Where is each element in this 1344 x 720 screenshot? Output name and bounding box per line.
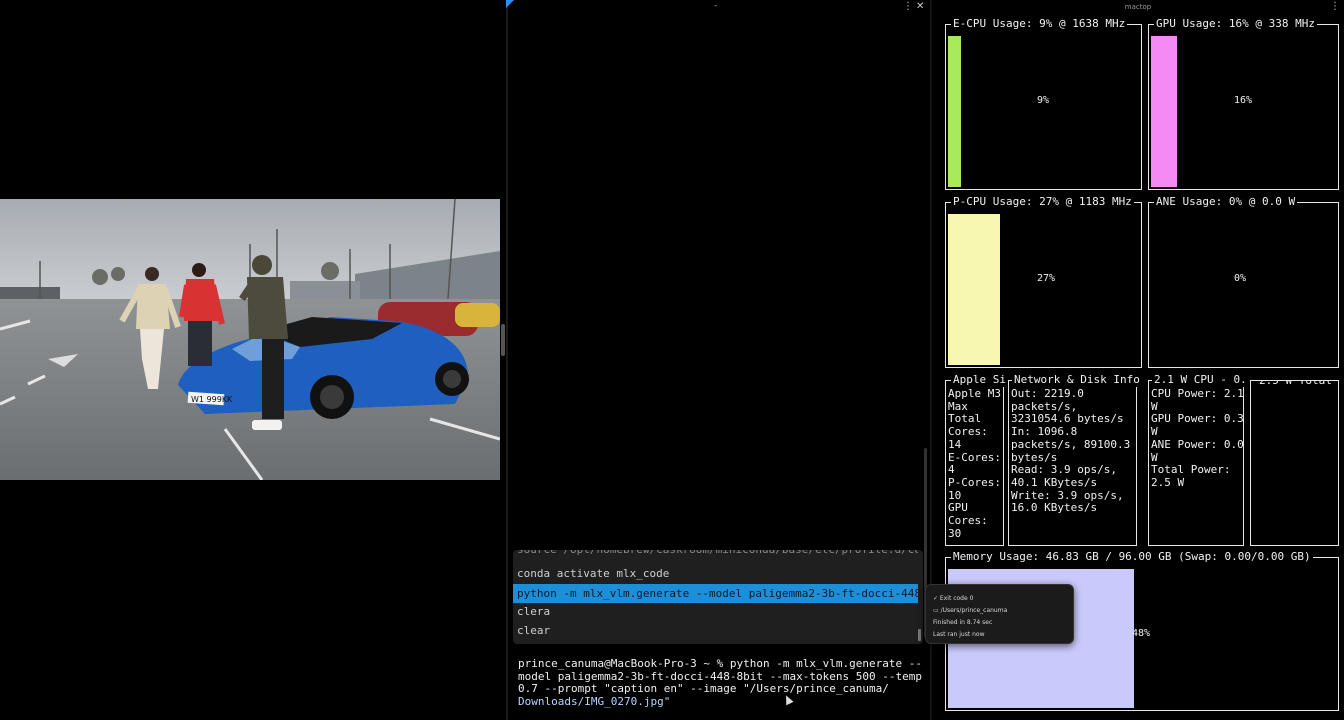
power-box: 2.1 W CPU - 0. CPU Power: 2.1 W GPU Powe…	[1148, 373, 1249, 546]
duration-label: Finished in 8.74 sec	[933, 619, 993, 626]
gauge-percent: 0%	[1234, 273, 1247, 284]
gauge-title: GPU Usage: 16% @ 338 MHz	[1154, 17, 1317, 31]
gauge-title: E-CPU Usage: 9% @ 1638 MHz	[951, 17, 1128, 31]
preview-image: W1 999KK	[0, 199, 500, 480]
command-status-tooltip: ✓ Exit code 0 ▭ /Users/prince_canuma Fin…	[925, 584, 1074, 644]
history-item[interactable]: source /opt/homebrew/Caskroom/miniconda/…	[513, 550, 918, 559]
close-pane-icon[interactable]: ✕	[916, 1, 924, 12]
box-title: 2.1 W CPU - 0.	[1152, 373, 1249, 387]
system-info-text: Apple M3 Max Total Cores: 14 E-Cores: 4 …	[948, 387, 1001, 540]
pcpu-gauge: P-CPU Usage: 27% @ 1183 MHz 27%	[945, 195, 1142, 368]
more-options-icon[interactable]: ⋮	[1330, 1, 1340, 12]
ecpu-gauge: E-CPU Usage: 9% @ 1638 MHz 9%	[945, 17, 1142, 190]
history-scrollbar[interactable]	[918, 629, 921, 641]
gauge-percent: 9%	[1037, 95, 1050, 106]
command-prompt[interactable]: prince_canuma@MacBook-Pro-3 ~ % python -…	[518, 657, 922, 708]
prompt-line: 0.7 --prompt "caption en" --image "/User…	[518, 682, 889, 696]
gpu-gauge: GPU Usage: 16% @ 338 MHz 16%	[1148, 17, 1339, 190]
gauge-title: ANE Usage: 0% @ 0.0 W	[1154, 195, 1298, 209]
gauge-percent: 48%	[1132, 628, 1151, 639]
gauge-percent: 27%	[1037, 273, 1056, 284]
active-pane-indicator	[506, 0, 514, 8]
network-disk-box: Network & Disk Info Out: 2219.0 packets/…	[1008, 373, 1142, 546]
pane-title-dash: -	[714, 1, 718, 11]
history-item-selected[interactable]: python -m mlx_vlm.generate --model palig…	[513, 584, 918, 603]
command-history-list: source /opt/homebrew/Caskroom/miniconda/…	[513, 550, 923, 644]
power-text: CPU Power: 2.1 W GPU Power: 0.3 W ANE Po…	[1151, 387, 1244, 489]
prompt-line: Downloads/IMG_0270.jpg"	[518, 694, 671, 708]
gauge-bar	[948, 214, 1000, 365]
network-disk-text: Out: 2219.0 packets/s, 3231054.6 bytes/s…	[1011, 387, 1131, 515]
box-title: Apple Si	[951, 373, 1008, 387]
last-ran-label: Last ran just now	[933, 631, 985, 638]
history-item[interactable]: conda activate mlx_code	[513, 564, 918, 583]
pane-title: mactop	[1124, 3, 1152, 11]
box-title: 2.5 W Total P	[1257, 381, 1338, 388]
working-directory-label: ▭ /Users/prince_canuma	[933, 607, 1008, 614]
history-item[interactable]: clear	[513, 621, 918, 640]
license-plate: W1 999KK	[191, 395, 233, 404]
gauge-bar	[1151, 36, 1177, 187]
box-title: Network & Disk Info	[1012, 373, 1142, 387]
gauge-percent: 16%	[1234, 95, 1253, 106]
split-resize-handle[interactable]	[501, 324, 505, 356]
prompt-line: prince_canuma@MacBook-Pro-3 ~ % python -…	[518, 657, 922, 670]
gauge-bar	[948, 36, 961, 187]
more-options-icon[interactable]: ⋮	[903, 1, 913, 12]
exit-code-label: ✓ Exit code 0	[933, 595, 974, 602]
system-info-box: Apple Si Apple M3 Max Total Cores: 14 E-…	[945, 373, 1008, 546]
ane-gauge: ANE Usage: 0% @ 0.0 W 0%	[1148, 195, 1339, 368]
total-power-box: 2.5 W Total P	[1250, 380, 1339, 546]
pane-divider[interactable]	[506, 0, 508, 720]
gauge-title: Memory Usage: 46.83 GB / 96.00 GB (Swap:…	[951, 550, 1313, 564]
gauge-title: P-CPU Usage: 27% @ 1183 MHz	[951, 195, 1134, 209]
history-item[interactable]: clera	[513, 602, 918, 621]
